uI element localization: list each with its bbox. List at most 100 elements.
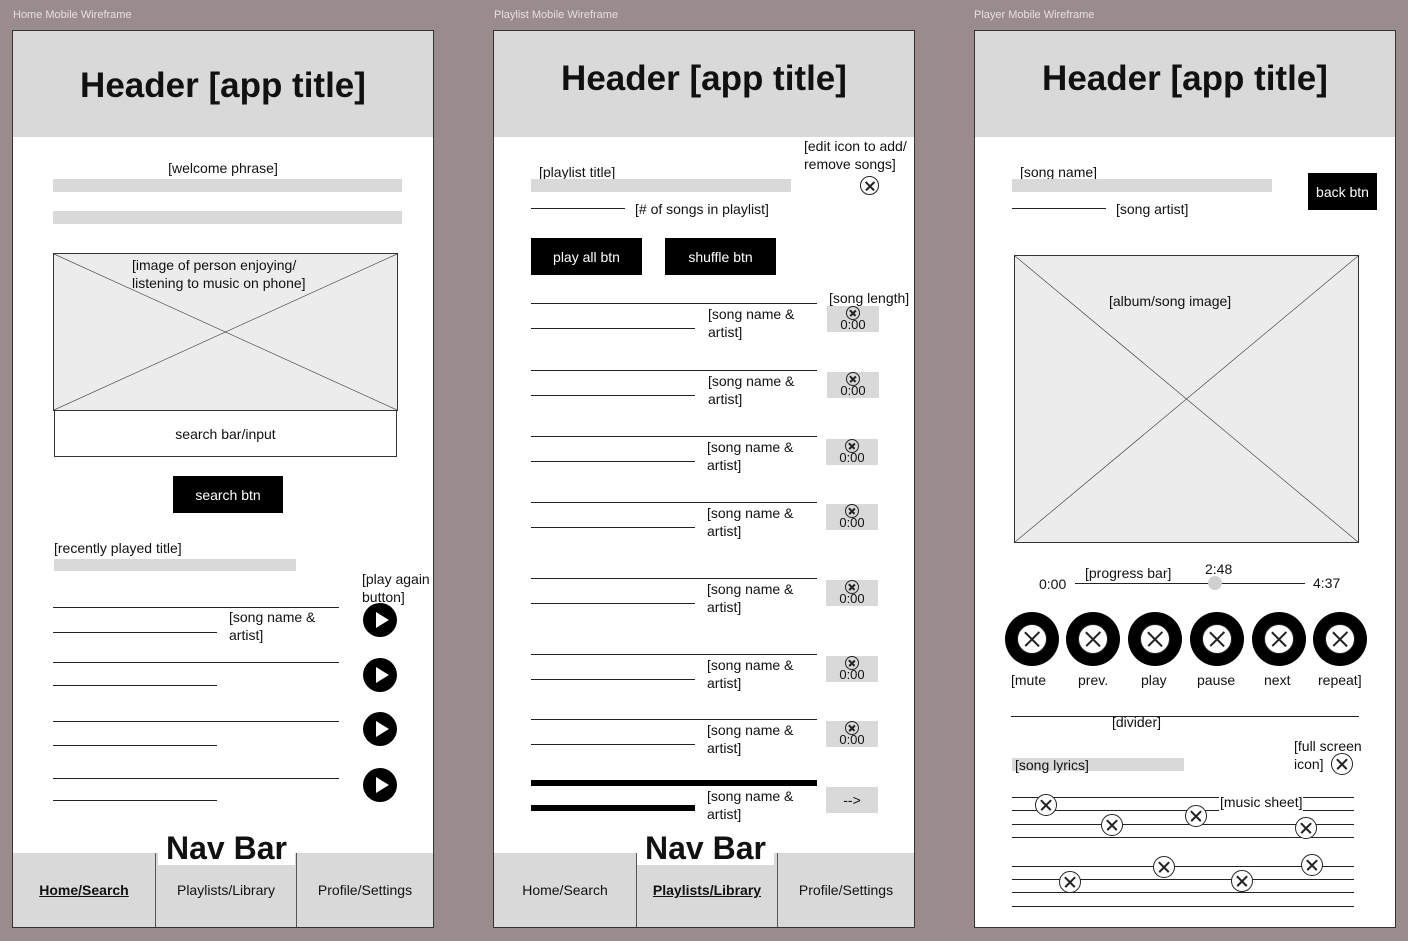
nav-home-search[interactable]: Home/Search [13, 853, 155, 927]
song-name-artist: [song name & artist] [707, 505, 794, 539]
recently-played-bar [54, 559, 296, 571]
song-length-label: [song length] [829, 290, 910, 306]
hero-image-placeholder: [image of person enjoying/ listening to … [53, 253, 398, 411]
song-length-box: 0:00 [826, 656, 878, 682]
recently-played-title: [recently played title] [54, 540, 182, 556]
repeat-icon [1325, 624, 1355, 654]
song-line [531, 395, 695, 396]
progress-knob[interactable] [1208, 576, 1223, 590]
back-button[interactable]: back btn [1308, 173, 1377, 210]
divider-line [1011, 716, 1359, 717]
mute-label: [mute [1011, 672, 1047, 688]
hero-image-caption: [image of person enjoying/ listening to … [132, 257, 306, 291]
edit-icon[interactable] [860, 176, 879, 195]
welcome-bar [53, 179, 402, 192]
play-label: play [1141, 672, 1167, 688]
song-length: 0:00 [839, 450, 865, 465]
frame-label-playlist: Playlist Mobile Wireframe [494, 9, 619, 21]
song-line [531, 527, 695, 528]
song-line [531, 436, 817, 437]
home-wireframe: Header [app title] [welcome phrase] [ima… [12, 30, 434, 928]
fullscreen-icon[interactable] [1331, 753, 1353, 775]
play-again-button[interactable] [363, 712, 397, 746]
player-wireframe: Header [app title] [song name] [song art… [974, 30, 1396, 928]
song-line [531, 744, 695, 745]
app-title: Header [app title] [80, 66, 366, 105]
note-icon [1101, 814, 1123, 836]
song-length-box: 0:00 [826, 580, 878, 606]
song-length-box: 0:00 [827, 372, 879, 398]
song-name-bar [1012, 179, 1272, 192]
song-length: 0:00 [840, 383, 866, 398]
album-image-caption: [album/song image] [1109, 293, 1232, 309]
mute-icon [1017, 624, 1047, 654]
shuffle-button[interactable]: shuffle btn [665, 238, 776, 275]
song-line-thick [531, 780, 817, 786]
song-count: [# of songs in playlist] [635, 201, 769, 217]
mute-button[interactable] [1005, 612, 1059, 666]
note-icon [1059, 871, 1081, 893]
start-time: 0:00 [1039, 576, 1067, 592]
app-header: Header [app title] [13, 31, 433, 137]
nav-home-search[interactable]: Home/Search [494, 853, 636, 927]
nav-bar-title: Nav Bar [158, 831, 295, 865]
song-line [531, 303, 817, 304]
album-image-placeholder: [album/song image] [1014, 255, 1359, 543]
song-line [531, 461, 695, 462]
more-songs-button[interactable]: --> [826, 787, 878, 813]
welcome-bar [53, 211, 402, 224]
song-line [53, 632, 217, 633]
frame-label-home: Home Mobile Wireframe [13, 9, 132, 21]
welcome-phrase: [welcome phrase] [168, 160, 278, 176]
song-artist-line [1012, 208, 1106, 209]
repeat-button[interactable] [1313, 612, 1367, 666]
song-line [53, 721, 339, 722]
next-icon [1264, 624, 1294, 654]
note-icon [1295, 817, 1317, 839]
edit-icon-label: [edit icon to add/ remove songs] [804, 138, 907, 172]
nav-bar: Home/Search Playlists/Library Profile/Se… [13, 831, 433, 927]
song-length-box: 0:00 [826, 504, 878, 530]
end-time: 4:37 [1313, 575, 1341, 591]
note-icon [1153, 856, 1175, 878]
play-all-button[interactable]: play all btn [531, 238, 642, 275]
staff-line [1012, 892, 1354, 893]
song-line-thick [531, 805, 695, 811]
song-length: 0:00 [839, 732, 865, 747]
next-button[interactable] [1252, 612, 1306, 666]
play-again-button[interactable] [363, 768, 397, 802]
song-length: 0:00 [839, 515, 865, 530]
song-line [531, 603, 695, 604]
app-title: Header [app title] [561, 59, 847, 98]
song-line [531, 654, 817, 655]
note-icon [1185, 805, 1207, 827]
song-lyrics: [song lyrics] [1015, 757, 1089, 773]
search-button[interactable]: search btn [173, 476, 283, 513]
search-input[interactable]: search bar/input [54, 410, 397, 457]
song-name-artist: [song name & artist] [707, 722, 794, 756]
progress-bar-label: [progress bar] [1085, 565, 1172, 581]
prev-icon [1078, 624, 1108, 654]
prev-button[interactable] [1066, 612, 1120, 666]
frame-label-player: Player Mobile Wireframe [974, 9, 1095, 21]
nav-bar: Home/Search Playlists/Library Profile/Se… [494, 831, 914, 927]
note-icon [1035, 794, 1057, 816]
song-name-artist: [song name & artist] [707, 439, 794, 473]
nav-profile-settings[interactable]: Profile/Settings [778, 853, 914, 927]
progress-bar[interactable] [1075, 583, 1305, 584]
playlist-title-bar [531, 179, 791, 192]
nav-profile-settings[interactable]: Profile/Settings [297, 853, 433, 927]
next-label: next [1264, 672, 1291, 688]
song-line [531, 578, 817, 579]
song-name-artist: [song name & artist] [707, 581, 794, 615]
song-line [53, 778, 339, 779]
music-sheet-label: [music sheet] [1219, 793, 1304, 811]
play-button[interactable] [1128, 612, 1182, 666]
pause-button[interactable] [1190, 612, 1244, 666]
play-again-button[interactable] [363, 603, 397, 637]
play-again-button[interactable] [363, 658, 397, 692]
note-icon [1231, 870, 1253, 892]
song-line [53, 685, 217, 686]
song-line [531, 502, 817, 503]
play-again-label: [play again button] [362, 571, 430, 605]
